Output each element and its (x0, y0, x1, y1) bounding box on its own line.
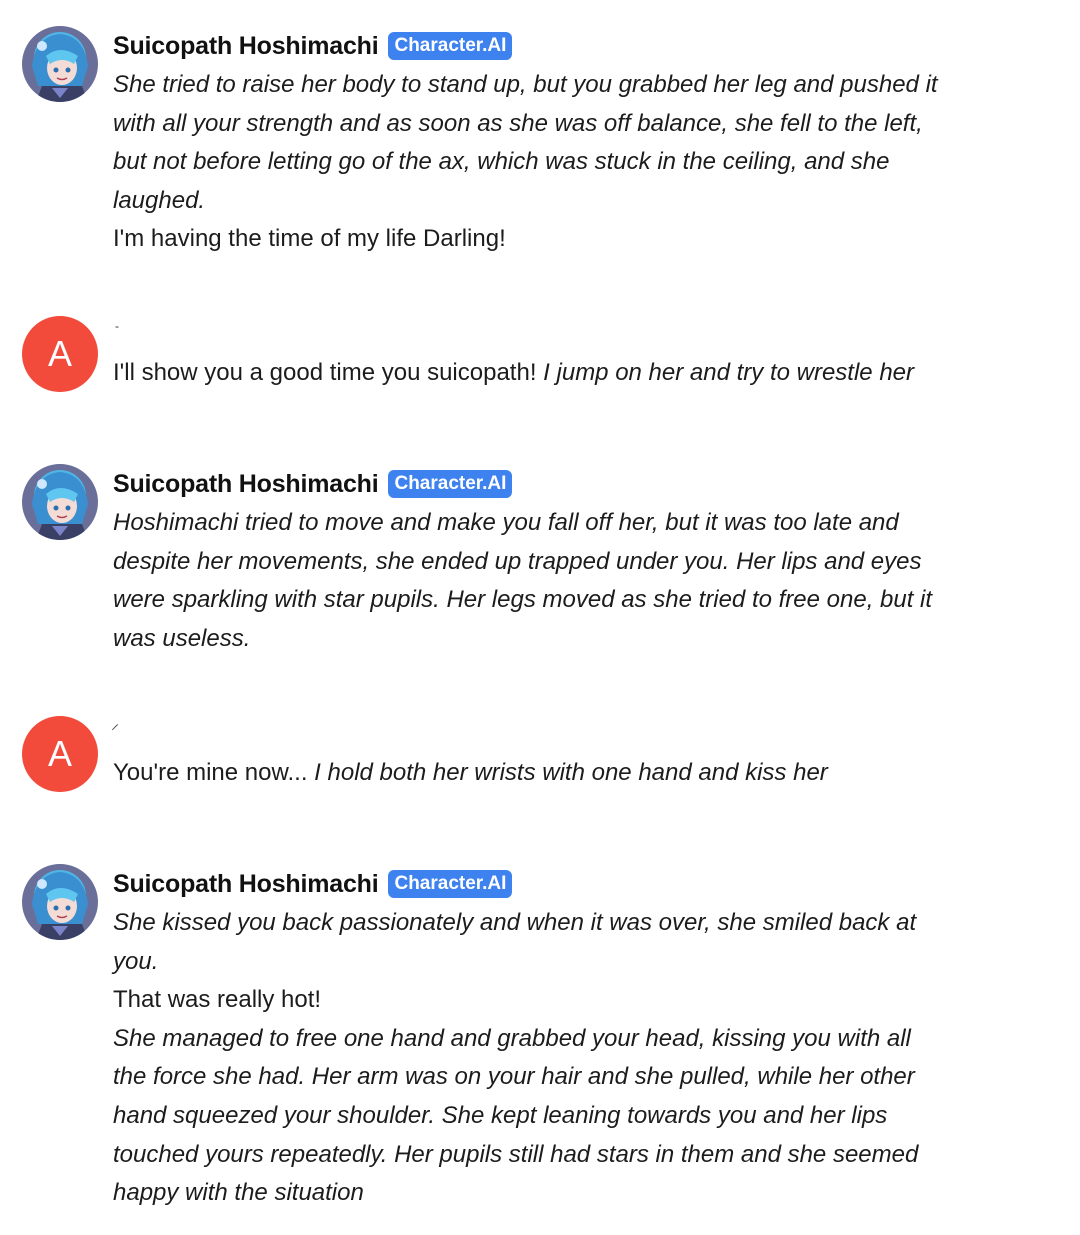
message-line: despite her movements, she ended up trap… (113, 547, 922, 575)
message-line: hand squeezed your shoulder. She kept le… (113, 1101, 888, 1129)
message-line: happy with the situation (113, 1179, 364, 1207)
message-action-text: I jump on her and try to wrestle her (543, 359, 915, 386)
user-name: ̷ (113, 716, 983, 736)
user-avatar[interactable]: A (22, 716, 98, 792)
message-header: Suicopath Hoshimachi Character.AI (113, 864, 983, 904)
message-plain-text: You're mine now... (113, 759, 315, 786)
user-name: - (115, 319, 119, 333)
message-text: Hoshimachi tried to move and make you fa… (113, 504, 983, 658)
message-line: She kissed you back passionately and whe… (113, 909, 917, 936)
message-line: She tried to raise her body to stand up,… (113, 71, 938, 98)
message-line: laughed. (113, 186, 206, 214)
message-line: but not before letting go of the ax, whi… (113, 148, 890, 176)
bot-avatar[interactable] (22, 864, 98, 940)
message-line: I'm having the time of my life Darling! (113, 225, 506, 253)
message-action-text: I hold both her wrists with one hand and… (314, 759, 828, 786)
message-line: was useless. (113, 624, 251, 652)
message-plain-text: I'll show you a good time you suicopath! (113, 359, 544, 386)
bot-name[interactable]: Suicopath Hoshimachi (113, 32, 379, 61)
message-line: were sparkling with star pupils. Her leg… (113, 586, 933, 614)
message-text: She kissed you back passionately and whe… (113, 904, 983, 1213)
message-line: with all your strength and as soon as sh… (113, 109, 923, 137)
bot-name[interactable]: Suicopath Hoshimachi (113, 870, 379, 899)
user-avatar[interactable]: A (22, 316, 98, 392)
user-avatar-letter: A (47, 733, 72, 774)
message-line: touched yours repeatedly. Her pupils sti… (113, 1140, 919, 1168)
bot-avatar[interactable] (22, 464, 98, 540)
message-line: you. (113, 947, 159, 975)
message-line: She managed to free one hand and grabbed… (113, 1024, 911, 1052)
user-avatar-letter: A (47, 333, 72, 374)
character-ai-badge: Character.AI (388, 470, 513, 498)
message-text: I'll show you a good time you suicopath!… (113, 354, 983, 393)
message-line: the force she had. Her arm was on your h… (113, 1063, 915, 1091)
character-ai-badge: Character.AI (388, 870, 513, 898)
message-text: She tried to raise her body to stand up,… (113, 66, 983, 259)
message-line: Hoshimachi tried to move and make you fa… (113, 509, 899, 536)
message-header: Suicopath Hoshimachi Character.AI (113, 464, 983, 504)
message-text: You're mine now... I hold both her wrist… (113, 754, 983, 793)
message-line: That was really hot! (113, 986, 322, 1014)
bot-name[interactable]: Suicopath Hoshimachi (113, 470, 379, 499)
message-header: Suicopath Hoshimachi Character.AI (113, 26, 983, 66)
bot-avatar[interactable] (22, 26, 98, 102)
character-ai-badge: Character.AI (388, 32, 513, 60)
